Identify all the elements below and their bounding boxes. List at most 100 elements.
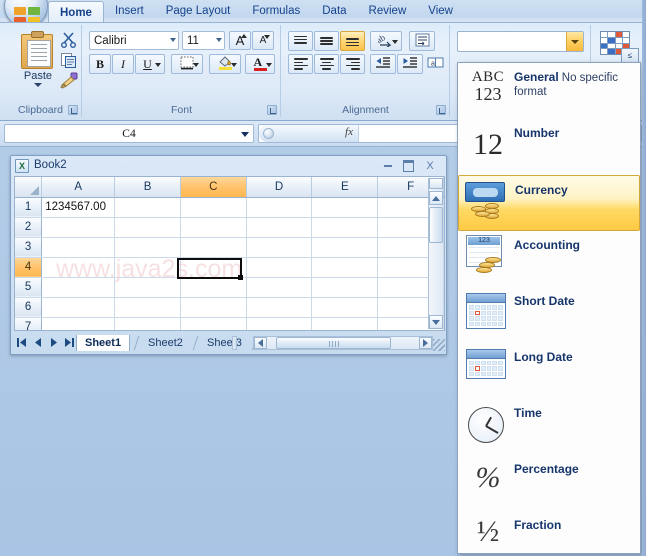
- tab-home[interactable]: Home: [48, 1, 104, 23]
- bold-button[interactable]: B: [89, 54, 111, 74]
- cell-e6[interactable]: [311, 297, 379, 318]
- tab-page-layout[interactable]: Page Layout: [155, 1, 242, 22]
- name-box-chevron-down-icon[interactable]: [241, 132, 249, 137]
- menu-item-accounting[interactable]: 123 Accounting: [458, 231, 640, 287]
- number-format-chevron-down-icon[interactable]: [566, 32, 583, 51]
- cell-d1[interactable]: [246, 197, 313, 218]
- cell-b7[interactable]: [114, 317, 181, 330]
- cell-d5[interactable]: [246, 277, 313, 298]
- font-color-button[interactable]: A: [245, 54, 275, 74]
- minimize-button[interactable]: [380, 159, 396, 173]
- menu-item-short-date[interactable]: Short Date: [458, 287, 640, 343]
- sheet-tab-sheet3[interactable]: Sheet3: [199, 335, 250, 351]
- borders-button[interactable]: [171, 54, 203, 74]
- row-header-3[interactable]: 3: [15, 237, 43, 258]
- select-all-corner[interactable]: [15, 177, 43, 198]
- underline-chevron-down-icon[interactable]: [155, 63, 161, 67]
- format-painter-icon[interactable]: [60, 72, 80, 90]
- cell-d3[interactable]: [246, 237, 313, 258]
- cell-e4[interactable]: [311, 257, 379, 278]
- workbook-titlebar[interactable]: X Book2 X: [11, 156, 446, 176]
- cell-a2[interactable]: [41, 217, 116, 238]
- horizontal-scrollbar[interactable]: [253, 336, 433, 350]
- scroll-down-button[interactable]: [429, 315, 443, 329]
- borders-chevron-down-icon[interactable]: [193, 63, 199, 67]
- insert-function-icon[interactable]: fx: [345, 126, 353, 138]
- align-center-button[interactable]: [314, 54, 339, 74]
- italic-button[interactable]: I: [112, 54, 134, 74]
- cell-c7[interactable]: [180, 317, 247, 330]
- cell-c1[interactable]: [180, 197, 247, 218]
- menu-item-general[interactable]: ABC 123 General No specific format: [458, 63, 640, 119]
- maximize-button[interactable]: [400, 159, 416, 173]
- align-top-button[interactable]: [288, 31, 313, 51]
- worksheet-grid[interactable]: www.java2s.com A B C D E F 1 1234567.00 …: [14, 176, 445, 331]
- menu-item-percentage[interactable]: % Percentage: [458, 455, 640, 511]
- cell-a5[interactable]: [41, 277, 116, 298]
- cell-b4[interactable]: [114, 257, 181, 278]
- cell-d4[interactable]: [246, 257, 313, 278]
- menu-item-number[interactable]: 12 Number: [458, 119, 640, 175]
- scroll-up-button[interactable]: [429, 191, 443, 205]
- cell-a1[interactable]: 1234567.00: [41, 197, 116, 218]
- cell-b2[interactable]: [114, 217, 181, 238]
- shrink-font-button[interactable]: A: [252, 31, 274, 50]
- row-header-6[interactable]: 6: [15, 297, 43, 318]
- scroll-left-button[interactable]: [254, 337, 267, 349]
- font-name-box[interactable]: Calibri: [89, 31, 179, 50]
- cell-a4[interactable]: [41, 257, 116, 278]
- font-size-box[interactable]: 11: [182, 31, 225, 50]
- align-left-button[interactable]: [288, 54, 313, 74]
- tab-formulas[interactable]: Formulas: [241, 1, 311, 22]
- menu-item-currency[interactable]: Currency: [458, 175, 640, 231]
- orientation-chevron-down-icon[interactable]: [392, 40, 398, 44]
- sheet-tab-sheet1[interactable]: Sheet1: [76, 335, 131, 351]
- column-header-c[interactable]: C: [180, 177, 247, 198]
- conditional-formatting-icon[interactable]: ≤: [600, 31, 639, 63]
- vertical-scroll-thumb[interactable]: [429, 207, 443, 243]
- row-header-7[interactable]: 7: [15, 317, 43, 330]
- cell-e3[interactable]: [311, 237, 379, 258]
- tab-data[interactable]: Data: [311, 1, 357, 22]
- first-sheet-icon[interactable]: [16, 336, 27, 348]
- wrap-text-button[interactable]: [409, 31, 435, 51]
- next-sheet-icon[interactable]: [48, 336, 59, 348]
- row-header-5[interactable]: 5: [15, 277, 43, 298]
- align-bottom-button[interactable]: [340, 31, 365, 51]
- cell-a3[interactable]: [41, 237, 116, 258]
- decrease-indent-button[interactable]: [370, 54, 396, 74]
- cell-c5[interactable]: [180, 277, 247, 298]
- cell-b1[interactable]: [114, 197, 181, 218]
- scroll-right-button[interactable]: [419, 337, 432, 349]
- cut-icon[interactable]: [60, 31, 80, 49]
- cell-d6[interactable]: [246, 297, 313, 318]
- row-header-1[interactable]: 1: [15, 197, 43, 218]
- vertical-scrollbar[interactable]: [428, 178, 443, 329]
- number-format-dropdown-menu[interactable]: ABC 123 General No specific format 12 Num…: [457, 62, 641, 554]
- grow-font-button[interactable]: A: [229, 31, 251, 50]
- align-middle-button[interactable]: [314, 31, 339, 51]
- align-right-button[interactable]: [340, 54, 365, 74]
- row-header-2[interactable]: 2: [15, 217, 43, 238]
- menu-item-fraction[interactable]: ½ Fraction: [458, 511, 640, 553]
- cell-a7[interactable]: [41, 317, 116, 330]
- tab-view[interactable]: View: [417, 1, 464, 22]
- merge-and-center-button[interactable]: a: [427, 54, 443, 74]
- last-sheet-icon[interactable]: [64, 336, 75, 348]
- orientation-button[interactable]: ab: [370, 31, 402, 51]
- underline-button[interactable]: U: [135, 54, 165, 74]
- increase-indent-button[interactable]: [397, 54, 423, 74]
- close-button[interactable]: X: [422, 159, 438, 173]
- sheet-tab-sheet2[interactable]: Sheet2: [140, 335, 191, 351]
- tab-split-handle[interactable]: [232, 336, 237, 350]
- previous-sheet-icon[interactable]: [32, 336, 43, 348]
- paste-button[interactable]: Paste: [9, 29, 67, 95]
- paste-dropdown-caret-icon[interactable]: [34, 83, 42, 87]
- cell-d7[interactable]: [246, 317, 313, 330]
- copy-icon[interactable]: [60, 52, 80, 70]
- number-format-combo[interactable]: [457, 31, 584, 52]
- formula-bar-expand-icon[interactable]: [263, 128, 274, 139]
- cell-a6[interactable]: [41, 297, 116, 318]
- column-header-b[interactable]: B: [114, 177, 181, 198]
- row-header-4[interactable]: 4: [15, 257, 43, 278]
